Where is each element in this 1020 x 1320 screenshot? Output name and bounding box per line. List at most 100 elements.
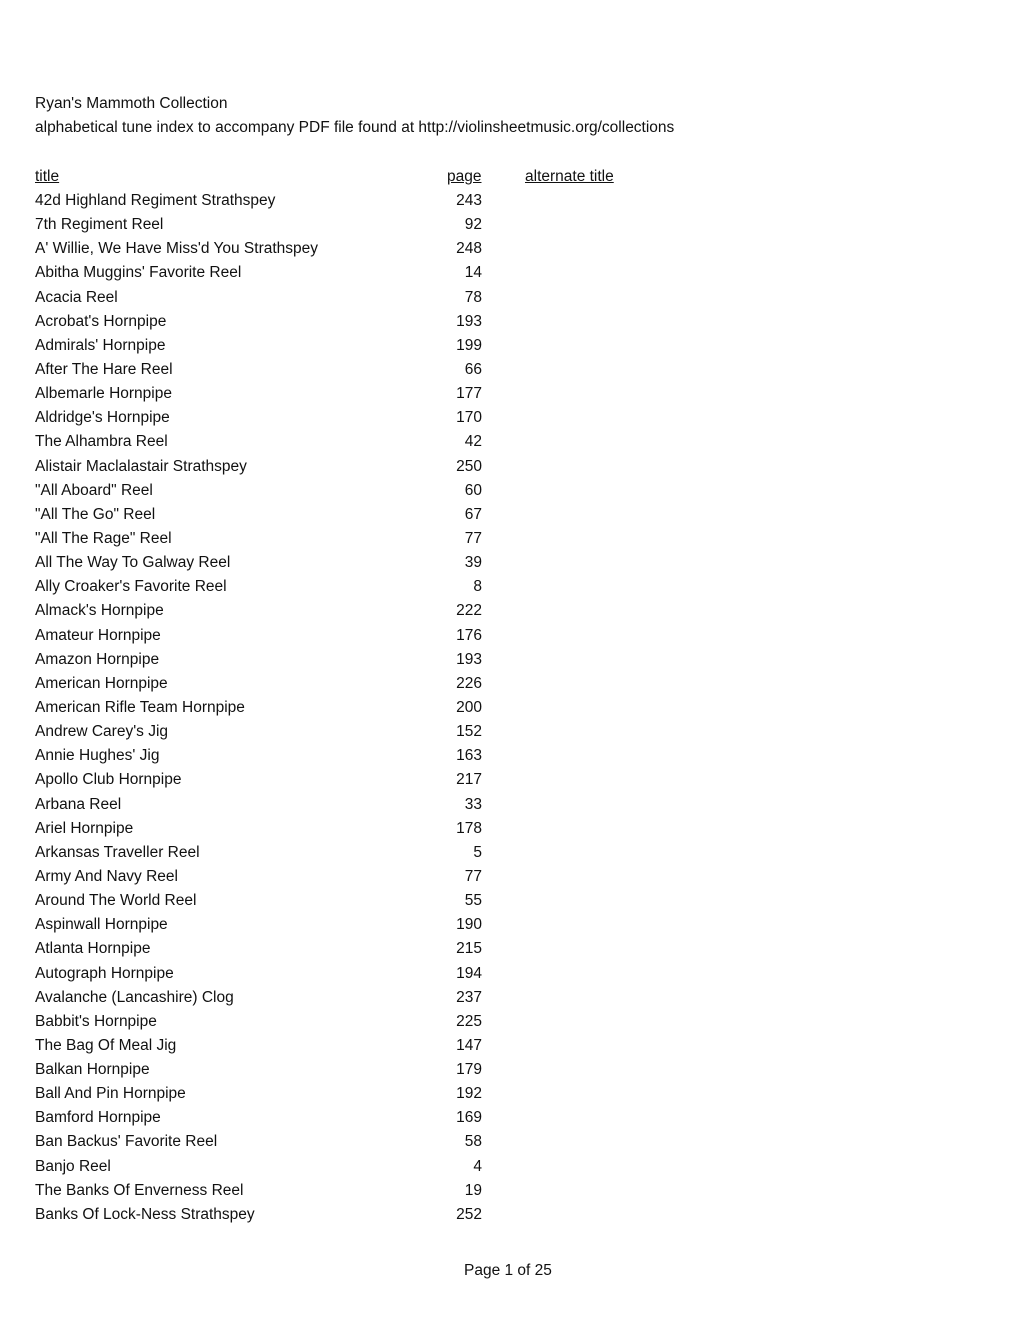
page-number: Page 1 of 25 (464, 1262, 552, 1279)
table-row: Arkansas Traveller Reel 5 (35, 842, 635, 866)
table-row: Banks Of Lock-Ness Strathspey 252 (35, 1204, 635, 1228)
tune-title: Ariel Hornpipe (35, 819, 134, 837)
table-row: Amateur Hornpipe 176 (35, 625, 635, 649)
table-row: Ally Croaker's Favorite Reel 8 (35, 576, 635, 600)
table-row: Ball And Pin Hornpipe 192 (35, 1083, 635, 1107)
table-row: Apollo Club Hornpipe 217 (35, 769, 635, 793)
table-row: Abitha Muggins' Favorite Reel 14 (35, 262, 635, 286)
table-row: The Bag Of Meal Jig 147 (35, 1035, 635, 1059)
tune-title: Autograph Hornpipe (35, 964, 174, 982)
tune-page: 243 (456, 192, 482, 209)
tune-title: "All Aboard" Reel (35, 481, 153, 499)
document-title: Ryan's Mammoth Collection (35, 95, 228, 112)
table-row: Almack's Hornpipe 222 (35, 600, 635, 624)
tune-page: 58 (464, 1133, 482, 1151)
tune-title: American Rifle Team Hornpipe (35, 698, 245, 716)
table-row: "All Aboard" Reel 60 (35, 480, 635, 504)
tune-title: Army And Navy Reel (35, 867, 178, 885)
table-row: Albemarle Hornpipe 177 (35, 383, 635, 407)
tune-page: 237 (456, 988, 482, 1006)
tune-page: 194 (456, 964, 482, 982)
table-row: Atlanta Hornpipe 215 (35, 938, 635, 962)
table-row: The Banks Of Enverness Reel 19 (35, 1180, 635, 1204)
table-row: Andrew Carey's Jig 152 (35, 721, 635, 745)
tune-page: 92 (464, 216, 482, 234)
tune-title: Albemarle Hornpipe (35, 385, 172, 403)
tune-title: Arbana Reel (35, 795, 122, 813)
header-alternate-title: alternate title (525, 168, 614, 185)
tune-page: 147 (456, 1036, 482, 1054)
tune-page: 225 (456, 1012, 482, 1030)
tune-title: Amateur Hornpipe (35, 626, 161, 644)
tune-title: Amazon Hornpipe (35, 650, 160, 668)
tune-title: American Hornpipe (35, 674, 168, 692)
tune-page: 60 (464, 481, 482, 499)
tune-title: Abitha Muggins' Favorite Reel (35, 264, 242, 282)
table-row: American Rifle Team Hornpipe 200 (35, 697, 635, 721)
tune-title: "All The Rage" Reel (35, 529, 172, 547)
tune-title: The Alhambra Reel (35, 433, 168, 451)
tune-title: Ally Croaker's Favorite Reel (35, 578, 227, 596)
table-row: Ariel Hornpipe 178 (35, 818, 635, 842)
tune-page: 252 (456, 1205, 482, 1223)
tune-title: Acrobat's Hornpipe (35, 312, 167, 330)
tune-title: Alistair Maclalastair Strathspey (35, 457, 247, 475)
tune-index-table: 42d Highland Regiment Strathspey 243 7th R… (35, 190, 635, 1228)
tune-page: 248 (456, 240, 482, 258)
table-row: Ban Backus' Favorite Reel 58 (35, 1131, 635, 1155)
tune-title: The Bag Of Meal Jig (35, 1036, 177, 1054)
tune-title: "All The Go" Reel (35, 505, 156, 523)
tune-title: Aldridge's Hornpipe (35, 409, 170, 427)
tune-page: 5 (473, 843, 482, 861)
tune-title: Almack's Hornpipe (35, 602, 164, 620)
tune-title: Around The World Reel (35, 892, 197, 910)
tune-page: 178 (456, 819, 482, 837)
table-row: After The Hare Reel 66 (35, 359, 635, 383)
tune-page: 78 (464, 288, 482, 306)
tune-page: 42 (464, 433, 482, 451)
tune-page: 163 (456, 747, 482, 765)
table-row: "All The Go" Reel 67 (35, 504, 635, 528)
table-row: Babbit's Hornpipe 225 (35, 1011, 635, 1035)
table-row: Aldridge's Hornpipe 170 (35, 407, 635, 431)
tune-title: Aspinwall Hornpipe (35, 916, 168, 934)
tune-page: 222 (456, 602, 482, 620)
tune-title: A' Willie, We Have Miss'd You Strathspey (35, 240, 319, 258)
tune-title: Babbit's Hornpipe (35, 1012, 157, 1030)
tune-page: 55 (464, 892, 482, 910)
tune-page: 200 (456, 698, 482, 716)
table-row: American Hornpipe 226 (35, 673, 635, 697)
tune-title: Admirals' Hornpipe (35, 336, 166, 354)
table-row: Alistair Maclalastair Strathspey 250 (35, 456, 635, 480)
tune-title: After The Hare Reel (35, 360, 173, 378)
tune-title: Balkan Hornpipe (35, 1061, 150, 1079)
table-row: Acrobat's Hornpipe 193 (35, 311, 635, 335)
table-row: Avalanche (Lancashire) Clog 237 (35, 987, 635, 1011)
tune-title: Atlanta Hornpipe (35, 940, 151, 958)
tune-page: 179 (456, 1061, 482, 1079)
tune-page: 215 (456, 940, 482, 958)
tune-page: 67 (464, 505, 482, 523)
tune-title: Apollo Club Hornpipe (35, 771, 182, 789)
tune-page: 217 (456, 771, 482, 789)
tune-title: All The Way To Galway Reel (35, 554, 231, 572)
table-row: Arbana Reel 33 (35, 794, 635, 818)
tune-title: 7th Regiment Reel (35, 216, 164, 234)
header-page: page (447, 168, 482, 185)
tune-title: Acacia Reel (35, 288, 118, 306)
tune-page: 177 (456, 385, 482, 403)
header-title: title (35, 168, 60, 185)
tune-title: The Banks Of Enverness Reel (35, 1181, 244, 1199)
tune-title: Ban Backus' Favorite Reel (35, 1133, 218, 1151)
table-row: "All The Rage" Reel 77 (35, 528, 635, 552)
table-row: Aspinwall Hornpipe 190 (35, 914, 635, 938)
tune-page: 176 (456, 626, 482, 644)
tune-title: Ball And Pin Hornpipe (35, 1085, 186, 1103)
tune-page: 193 (456, 312, 482, 330)
table-row: The Alhambra Reel 42 (35, 431, 635, 455)
tune-page: 169 (456, 1109, 482, 1127)
tune-page: 19 (464, 1181, 482, 1199)
tune-title: Bamford Hornpipe (35, 1109, 161, 1127)
tune-page: 226 (456, 674, 482, 692)
table-row: Admirals' Hornpipe 199 (35, 335, 635, 359)
